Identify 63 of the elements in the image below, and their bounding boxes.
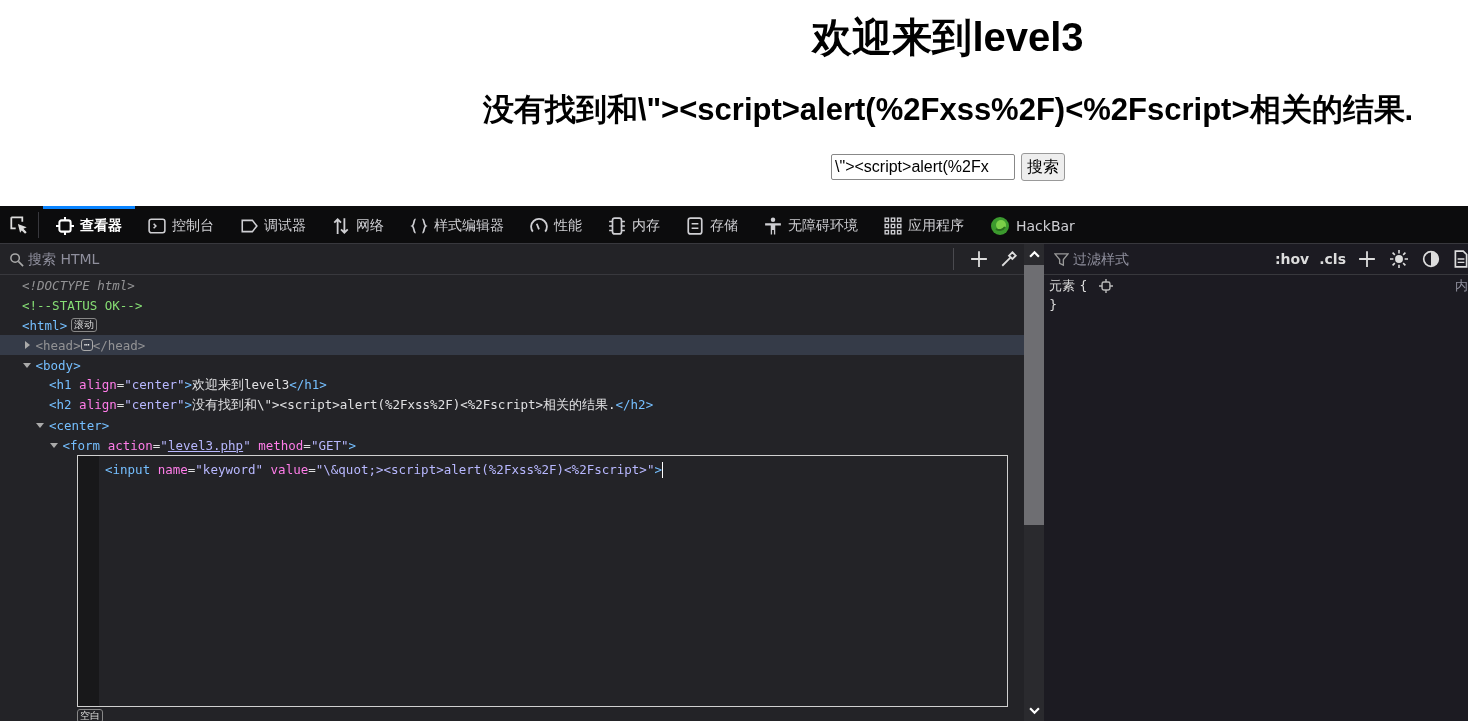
html-search-field[interactable]: 搜索 HTML xyxy=(28,251,328,267)
devtools-tab[interactable]: 样式编辑器 xyxy=(397,206,517,243)
whitespace-badge[interactable]: 空白 xyxy=(77,709,103,721)
document-icon[interactable] xyxy=(1454,250,1468,268)
devtools-tab[interactable]: HackBar xyxy=(977,206,1088,243)
html-node[interactable]: <head> xyxy=(35,337,81,353)
devtools-tab[interactable]: 网络 xyxy=(319,206,397,243)
chip-icon xyxy=(608,217,626,235)
hackbar-logo-icon xyxy=(990,216,1010,236)
result-message: 没有找到和\"><script>alert(%2Fxss%2F)<%2Fscript>相关的结果. xyxy=(482,91,1414,129)
target-icon[interactable] xyxy=(1099,279,1114,293)
rule-selector: 元素 { xyxy=(1049,277,1088,295)
add-icon[interactable] xyxy=(970,250,988,268)
devtools-tab[interactable]: 查看器 xyxy=(43,206,135,243)
style-filter-field[interactable]: 过滤样式 xyxy=(1073,251,1213,267)
search-button[interactable]: 搜索 xyxy=(1021,153,1065,181)
html-node[interactable]: <form action="level3.php" method="GET"> xyxy=(62,437,357,453)
devtools-tab[interactable]: 调试器 xyxy=(227,206,319,243)
add-icon[interactable] xyxy=(1358,250,1376,268)
html-node[interactable]: <center> xyxy=(49,417,110,433)
expand-toggle-icon[interactable] xyxy=(35,420,45,430)
html-edit-box[interactable]: <input name="keyword" value="\&quot;><script>alert(%2Fxss%2F)<%2Fscript>"> xyxy=(77,455,1008,707)
hover-toggle[interactable]: :hov xyxy=(1270,251,1314,267)
expand-toggle-icon[interactable] xyxy=(21,360,32,370)
storage-icon xyxy=(686,217,704,235)
devtools-tab[interactable]: 内存 xyxy=(595,206,673,243)
scroll-up-icon[interactable] xyxy=(1028,249,1040,260)
devtools-tab[interactable]: 控制台 xyxy=(135,206,227,243)
sun-icon[interactable] xyxy=(1390,250,1408,268)
arrows-icon xyxy=(332,217,350,235)
devtools-tab[interactable]: 无障碍环境 xyxy=(751,206,871,243)
contrast-icon[interactable] xyxy=(1422,250,1440,268)
rule-close: } xyxy=(1049,296,1058,312)
collapsed-content-button[interactable]: ⋯ xyxy=(80,339,93,351)
console-icon xyxy=(148,217,166,235)
scroll-down-icon[interactable] xyxy=(1028,705,1040,716)
expand-toggle-icon[interactable] xyxy=(48,440,59,450)
html-node[interactable]: <h1 align="center">欢迎来到level3</h1> xyxy=(49,376,327,394)
scrollbar[interactable] xyxy=(1024,244,1044,721)
code-line: <input name="keyword" value="\&quot;><script>alert(%2Fxss%2F)<%2Fscript>"> xyxy=(105,462,662,478)
html-node[interactable]: <!DOCTYPE html> xyxy=(22,277,135,293)
class-toggle[interactable]: .cls xyxy=(1315,251,1350,267)
html-node[interactable]: <!--STATUS OK--> xyxy=(22,297,143,313)
search-field[interactable]: \"><script>alert(%2Fx xyxy=(831,154,1015,180)
grid-icon xyxy=(884,217,902,235)
devtools-tab[interactable]: 性能 xyxy=(517,206,595,243)
filter-icon xyxy=(1054,251,1069,267)
page-heading: 欢迎来到level3 xyxy=(812,14,1084,61)
tag-icon xyxy=(240,217,258,235)
devtools-tab[interactable]: 存储 xyxy=(673,206,751,243)
scroll-badge[interactable]: 滚动 xyxy=(71,318,98,332)
html-node[interactable]: </head> xyxy=(92,337,146,353)
search-icon xyxy=(9,251,24,267)
html-node[interactable]: <body> xyxy=(35,357,81,373)
inspector-icon xyxy=(56,217,74,235)
person-icon xyxy=(764,217,782,235)
braces-icon xyxy=(410,217,428,235)
eyedropper-icon[interactable] xyxy=(1000,250,1018,268)
devtools-tab[interactable]: 应用程序 xyxy=(871,206,977,243)
gauge-icon xyxy=(530,217,548,235)
rule-source: 内 xyxy=(1455,277,1468,295)
html-node[interactable]: <html> xyxy=(22,317,68,333)
html-node[interactable]: <h2 align="center">没有找到和\"><script>alert(%2Fxss%2F)<%2Fscript>相关的结果.</h2> xyxy=(49,396,654,414)
